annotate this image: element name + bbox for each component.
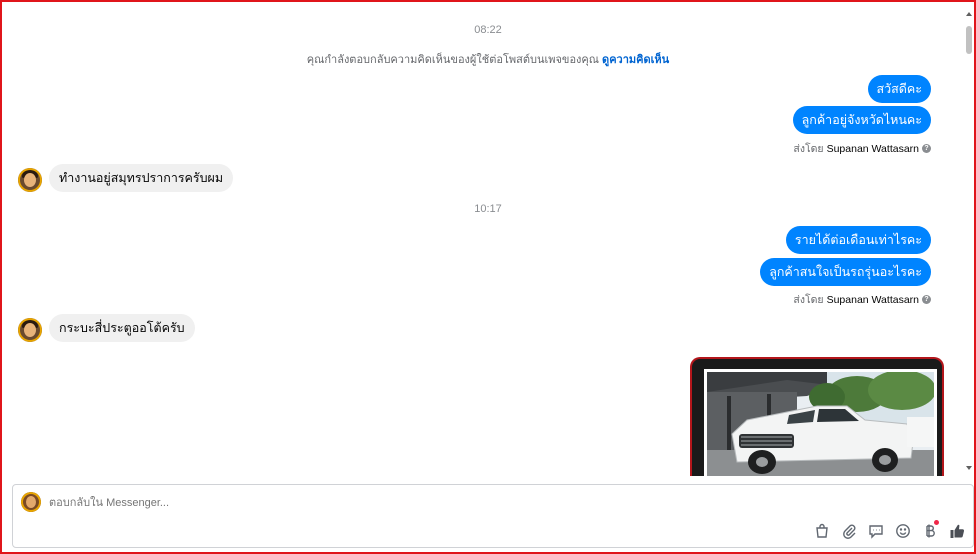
incoming-message[interactable]: กระบะสี่ประตูออโต้ครับ [49,314,195,342]
composer-toolbar [813,520,965,539]
avatar[interactable] [18,318,42,342]
outgoing-message[interactable]: รายได้ต่อเดือนเท่าไรคะ [785,226,931,254]
timestamp: 10:17 [474,203,502,215]
outgoing-message[interactable]: ลูกค้าสนใจเป็นรถรุ่นอะไรคะ [760,258,931,286]
sent-by-label: ส่งโดย Supanan Wattasarn ? [793,291,931,308]
saved-reply-icon[interactable] [867,522,884,539]
image-attachment[interactable] [690,357,944,476]
scrollbar[interactable] [965,8,974,474]
page-avatar [21,492,41,512]
incoming-message[interactable]: ทำงานอยู่สมุทรปราการครับผม [49,164,234,192]
sent-by-prefix: ส่งโดย [793,143,824,155]
sender-name[interactable]: Supanan Wattasarn [827,294,919,306]
shop-icon[interactable] [813,522,830,539]
sent-by-label: ส่งโดย Supanan Wattasarn ? [793,140,931,157]
scrollbar-thumb[interactable] [966,26,972,54]
outgoing-message[interactable]: สวัสดีคะ [867,75,931,103]
info-icon[interactable]: ? [922,144,931,153]
reply-composer [12,484,974,548]
pickup-truck-photo [707,370,936,476]
emoji-icon[interactable] [894,522,911,539]
thumbs-up-icon[interactable] [948,522,965,539]
sent-by-prefix: ส่งโดย [793,294,824,306]
message-thread: 08:22 คุณกำลังตอบกลับความคิดเห็นของผู้ใช… [2,2,964,476]
reply-input[interactable] [49,495,749,511]
sender-name[interactable]: Supanan Wattasarn [827,143,919,155]
notification-dot [934,520,939,525]
info-icon[interactable]: ? [922,295,931,304]
payment-baht-icon[interactable] [921,520,939,539]
timestamp: 08:22 [474,24,502,36]
view-comment-link[interactable]: ดูความคิดเห็น [602,54,669,66]
scroll-down-icon[interactable] [966,466,972,470]
outgoing-message[interactable]: ลูกค้าอยู่จังหวัดไหนคะ [792,106,931,134]
avatar[interactable] [18,168,42,192]
attachment-icon[interactable] [840,522,857,539]
reply-context-notice: คุณกำลังตอบกลับความคิดเห็นของผู้ใช้ต่อโพ… [2,50,964,68]
notice-text: คุณกำลังตอบกลับความคิดเห็นของผู้ใช้ต่อโพ… [306,54,599,66]
scroll-up-icon[interactable] [966,12,972,16]
